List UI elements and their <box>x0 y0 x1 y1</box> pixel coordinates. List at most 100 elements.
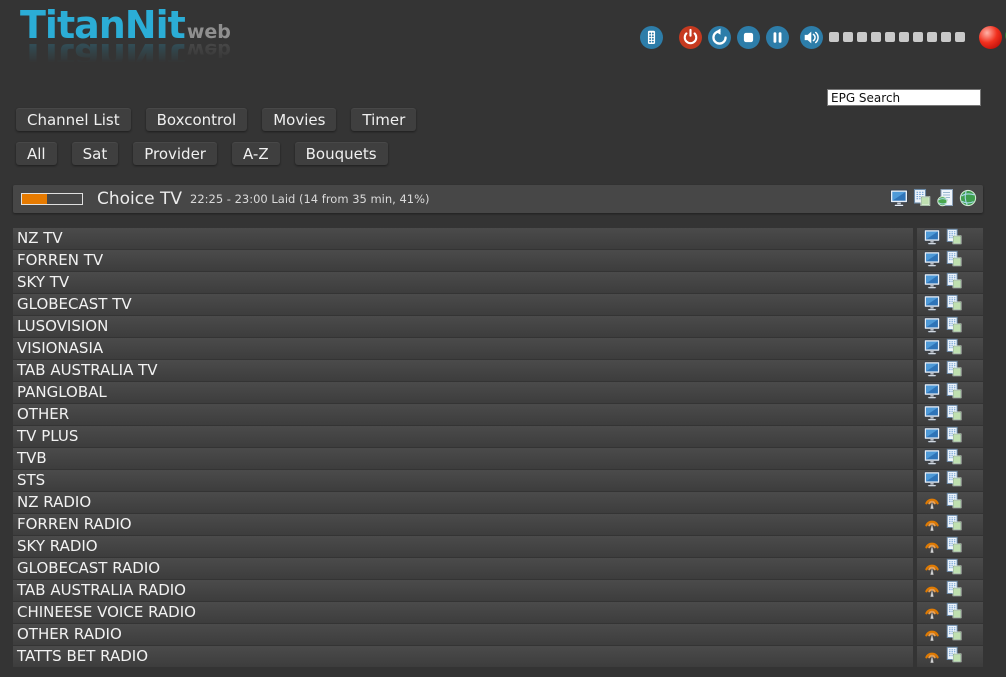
radio-icon <box>923 646 941 667</box>
channel-name-cell[interactable]: CHINEESE VOICE RADIO <box>13 602 913 623</box>
channel-row-actions <box>917 228 983 249</box>
volume-segment[interactable] <box>871 32 881 42</box>
channel-name-cell[interactable]: FORREN TV <box>13 250 913 271</box>
filter-provider[interactable]: Provider <box>133 142 217 165</box>
channel-name-cell[interactable]: GLOBECAST TV <box>13 294 913 315</box>
epg-button[interactable] <box>945 294 963 315</box>
channel-filters: All Sat Provider A-Z Bouquets <box>16 142 403 165</box>
mute-button[interactable] <box>800 26 823 49</box>
channel-name-cell[interactable]: TAB AUSTRALIA RADIO <box>13 580 913 601</box>
epg-button[interactable] <box>945 272 963 293</box>
zap-button[interactable] <box>923 316 941 337</box>
channel-name-cell[interactable]: FORREN RADIO <box>13 514 913 535</box>
epg-button[interactable] <box>945 580 963 601</box>
power-button[interactable] <box>679 26 702 49</box>
volume-segment[interactable] <box>913 32 923 42</box>
stop-button[interactable] <box>737 26 760 49</box>
nav-timer[interactable]: Timer <box>351 108 416 131</box>
zap-button[interactable] <box>923 602 941 623</box>
epg-button[interactable] <box>945 558 963 579</box>
zap-button[interactable] <box>923 558 941 579</box>
epg-button[interactable] <box>945 514 963 535</box>
channel-row-actions <box>917 558 983 579</box>
zap-button[interactable] <box>923 470 941 491</box>
channel-name-cell[interactable]: SKY TV <box>13 272 913 293</box>
epg-search-input[interactable] <box>827 89 981 106</box>
channel-row-chineese-voice-radio: CHINEESE VOICE RADIO <box>0 602 1006 624</box>
epg-button[interactable] <box>945 448 963 469</box>
channel-name-cell[interactable]: OTHER RADIO <box>13 624 913 645</box>
volume-segment[interactable] <box>955 32 965 42</box>
zap-button[interactable] <box>923 404 941 425</box>
epg-button[interactable] <box>945 250 963 271</box>
epg-button[interactable] <box>945 492 963 513</box>
epg-button[interactable] <box>945 316 963 337</box>
channel-name-cell[interactable]: TAB AUSTRALIA TV <box>13 360 913 381</box>
epg-copy-action-button[interactable] <box>912 188 932 211</box>
nav-movies[interactable]: Movies <box>262 108 336 131</box>
filter-a-z[interactable]: A-Z <box>232 142 280 165</box>
nav-boxcontrol[interactable]: Boxcontrol <box>146 108 248 131</box>
pause-button[interactable] <box>766 26 789 49</box>
channel-name-cell[interactable]: VISIONASIA <box>13 338 913 359</box>
channel-name-cell[interactable]: LUSOVISION <box>13 316 913 337</box>
zap-button[interactable] <box>923 448 941 469</box>
epg-page-action-button[interactable] <box>935 188 955 211</box>
epg-button[interactable] <box>945 602 963 623</box>
zap-button[interactable] <box>923 250 941 271</box>
globe-action-button[interactable] <box>958 188 978 211</box>
filter-sat[interactable]: Sat <box>72 142 119 165</box>
epg-button[interactable] <box>945 624 963 645</box>
zap-button[interactable] <box>923 492 941 513</box>
epg-button[interactable] <box>945 360 963 381</box>
zap-button[interactable] <box>923 228 941 249</box>
epg-button[interactable] <box>945 646 963 667</box>
zap-button[interactable] <box>923 536 941 557</box>
epg-button[interactable] <box>945 338 963 359</box>
volume-segment[interactable] <box>857 32 867 42</box>
zap-button[interactable] <box>923 514 941 535</box>
zap-button[interactable] <box>923 272 941 293</box>
volume-segment[interactable] <box>927 32 937 42</box>
channel-name-cell[interactable]: GLOBECAST RADIO <box>13 558 913 579</box>
channel-name-cell[interactable]: OTHER <box>13 404 913 425</box>
zap-button[interactable] <box>923 382 941 403</box>
epg-button[interactable] <box>945 382 963 403</box>
channel-name-cell[interactable]: STS <box>13 470 913 491</box>
epg-button[interactable] <box>945 470 963 491</box>
zap-button[interactable] <box>923 426 941 447</box>
zap-button[interactable] <box>923 624 941 645</box>
epg-copy-icon <box>945 646 963 667</box>
channel-name-cell[interactable]: SKY RADIO <box>13 536 913 557</box>
zap-button[interactable] <box>923 360 941 381</box>
volume-segment[interactable] <box>899 32 909 42</box>
epg-button[interactable] <box>945 536 963 557</box>
filter-bouquets[interactable]: Bouquets <box>295 142 388 165</box>
channel-name-cell[interactable]: TVB <box>13 448 913 469</box>
volume-control <box>800 26 969 49</box>
channel-row-tatts-bet-radio: TATTS BET RADIO <box>0 646 1006 668</box>
channel-name-cell[interactable]: TV PLUS <box>13 426 913 447</box>
zap-button[interactable] <box>923 646 941 667</box>
volume-segment[interactable] <box>941 32 951 42</box>
epg-button[interactable] <box>945 404 963 425</box>
volume-segment[interactable] <box>843 32 853 42</box>
epg-button[interactable] <box>945 228 963 249</box>
refresh-button[interactable] <box>708 26 731 49</box>
nav-channel-list[interactable]: Channel List <box>16 108 131 131</box>
epg-copy-icon <box>945 272 963 293</box>
volume-segment[interactable] <box>885 32 895 42</box>
volume-segment[interactable] <box>829 32 839 42</box>
filter-all[interactable]: All <box>16 142 57 165</box>
channel-name-cell[interactable]: PANGLOBAL <box>13 382 913 403</box>
epg-button[interactable] <box>945 426 963 447</box>
remote-button[interactable] <box>640 26 663 49</box>
zap-button[interactable] <box>923 338 941 359</box>
channel-name-cell[interactable]: NZ RADIO <box>13 492 913 513</box>
tv-action-button[interactable] <box>889 188 909 211</box>
channel-name-cell[interactable]: NZ TV <box>13 228 913 249</box>
zap-button[interactable] <box>923 580 941 601</box>
channel-name-cell[interactable]: TATTS BET RADIO <box>13 646 913 667</box>
refresh-icon <box>708 26 731 49</box>
zap-button[interactable] <box>923 294 941 315</box>
